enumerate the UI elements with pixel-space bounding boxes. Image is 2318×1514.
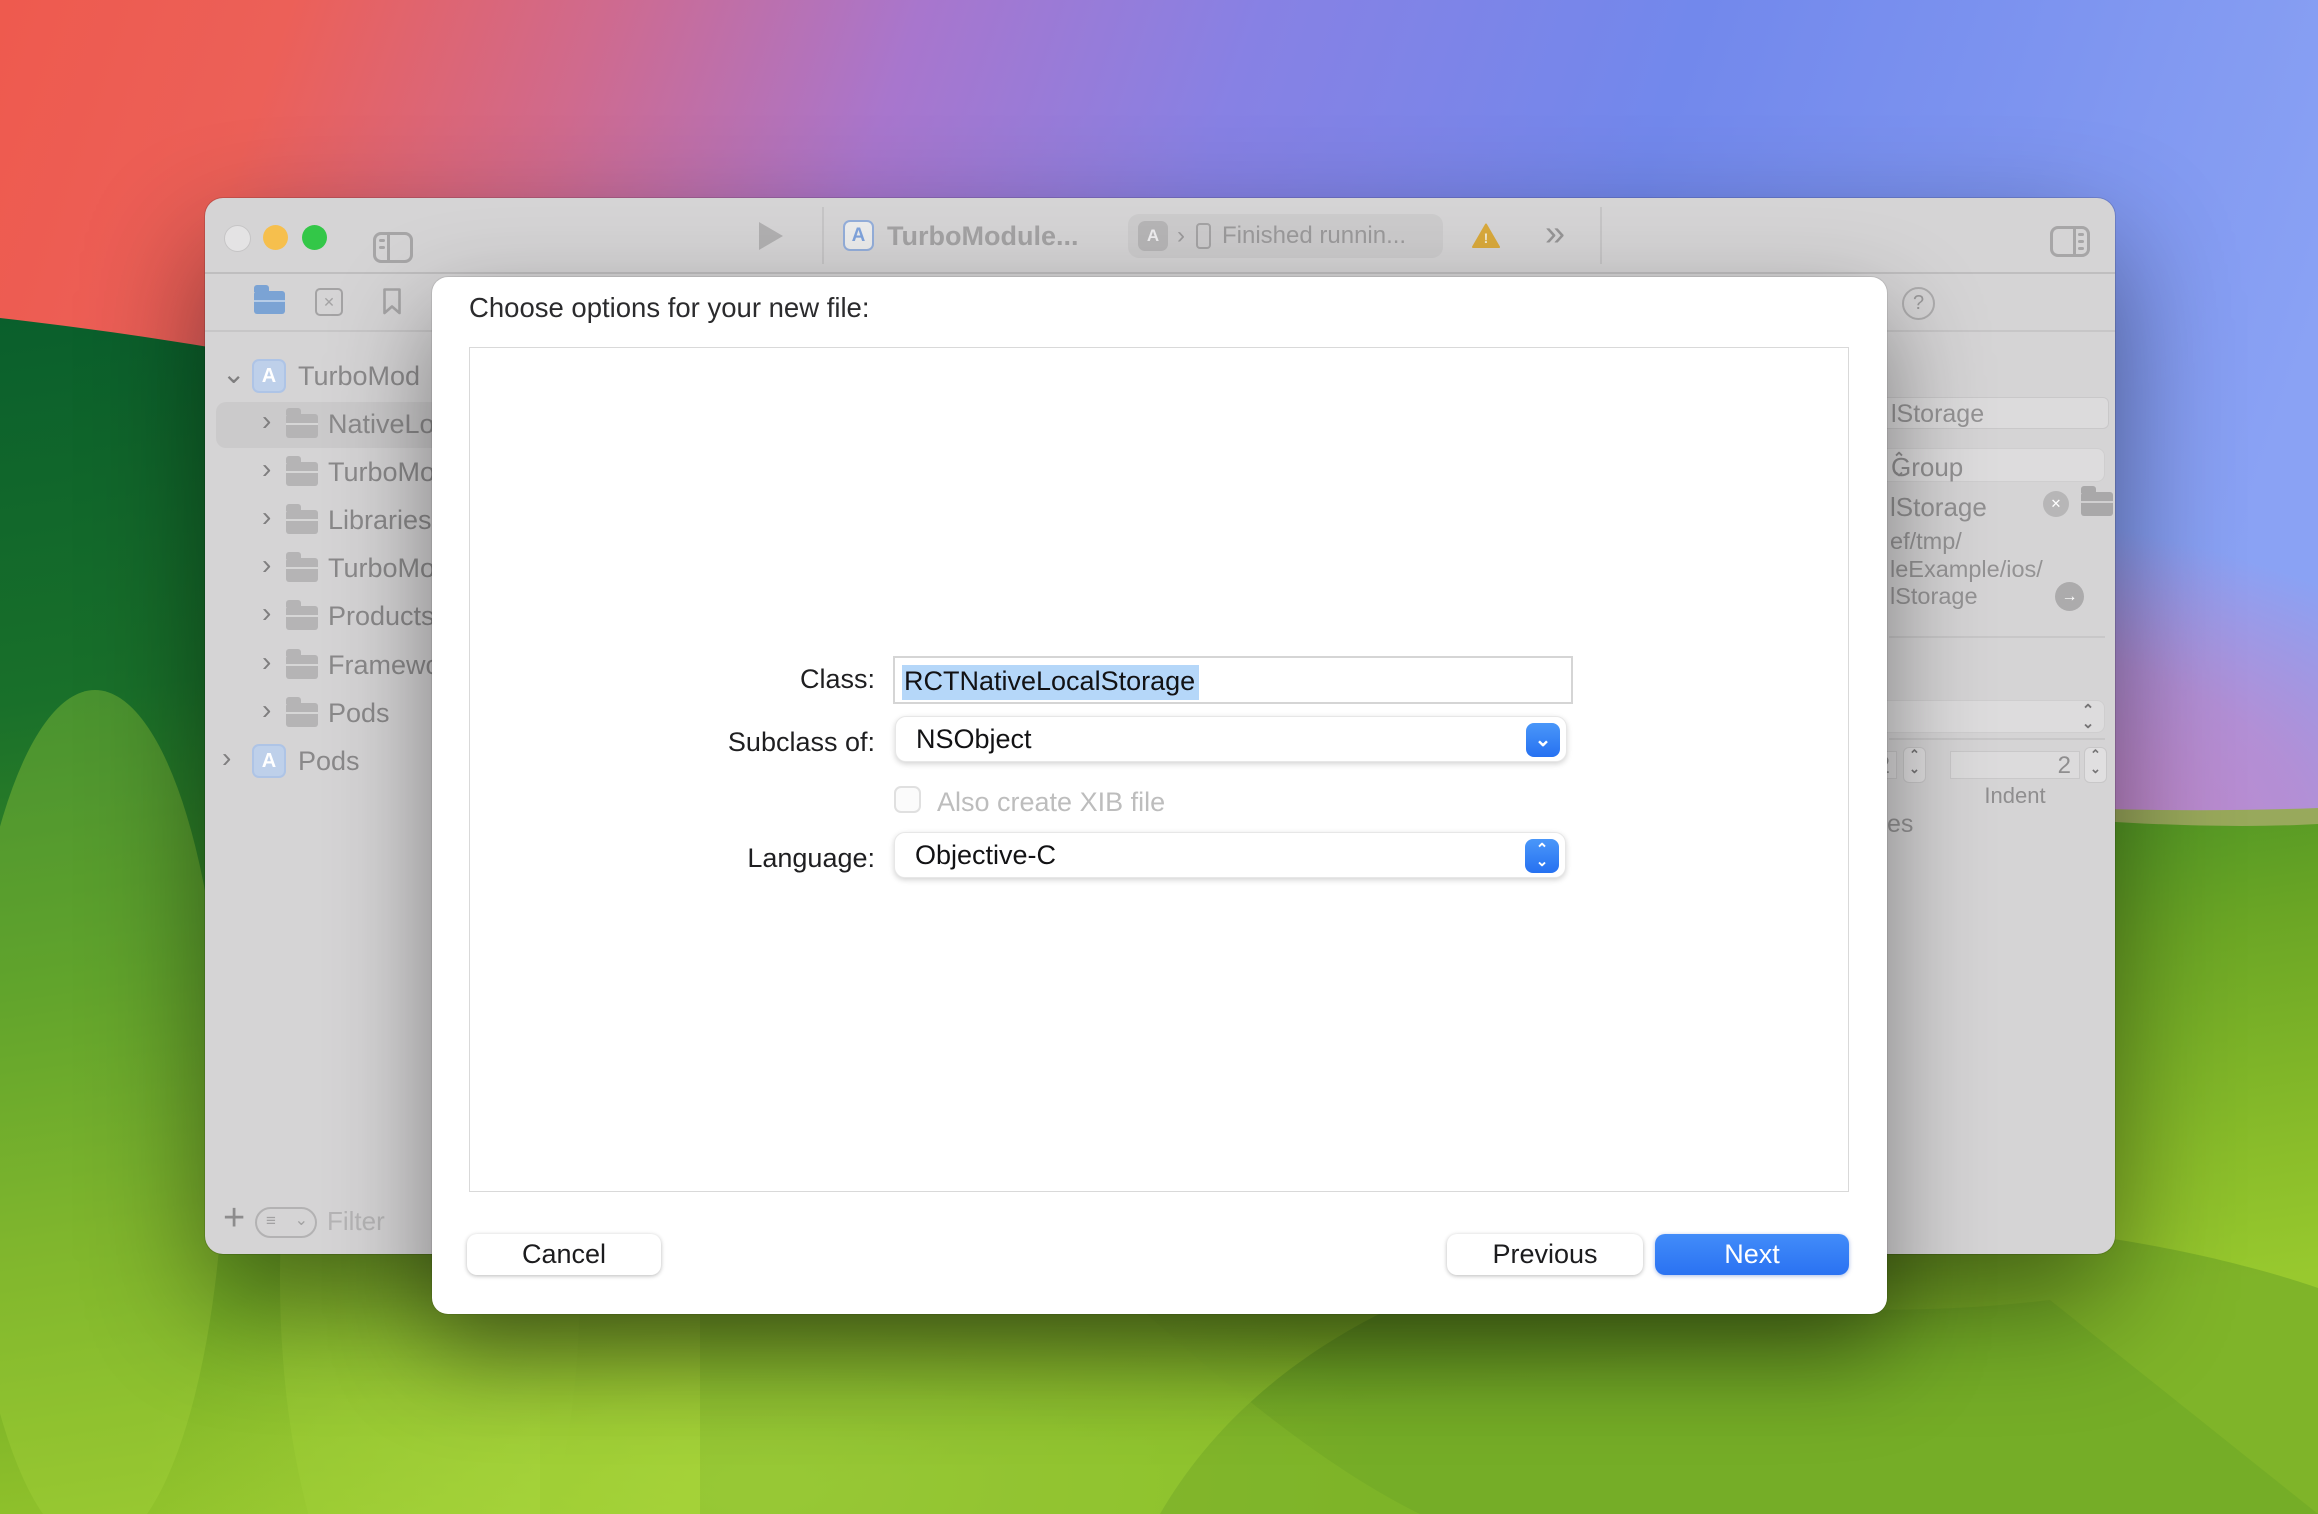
xib-checkbox-label: Also create XIB file (937, 787, 1165, 818)
class-input[interactable]: RCTNativeLocalStorage (893, 656, 1573, 704)
filter-icon[interactable]: ≡ ⌄ (255, 1207, 317, 1238)
inspector-name-field[interactable]: lStorage (1863, 397, 2109, 429)
chevron-right-icon[interactable]: › (222, 742, 231, 774)
traffic-close-button[interactable] (224, 225, 251, 252)
indent-width-stepper[interactable]: ⌃⌄ (2084, 747, 2107, 783)
toolbar-divider (205, 272, 2115, 274)
dialog-title: Choose options for your new file: (469, 292, 870, 324)
xib-checkbox[interactable] (894, 786, 921, 813)
chevron-up-down-icon: ⌃⌄ (1891, 452, 1907, 478)
sidebar-item-label: TurboMod (298, 361, 420, 392)
folder-icon (286, 414, 318, 438)
project-navigator-tab-icon[interactable] (254, 291, 285, 314)
toolbar-overflow-icon[interactable]: » (1545, 212, 1563, 254)
sidebar-item-label: Pods (328, 698, 390, 729)
open-arrow-icon[interactable]: → (2055, 582, 2084, 611)
run-button[interactable] (759, 222, 783, 250)
build-status-text: Finished runnin... (1222, 214, 1406, 258)
subclass-combobox[interactable]: NSObject ⌄ (895, 716, 1567, 762)
sidebar-item-label: Products (328, 601, 435, 632)
inspector-text-settings-select[interactable]: ⌃⌄ (1863, 700, 2105, 733)
svg-text:!: ! (1484, 230, 1489, 246)
previous-button[interactable]: Previous (1447, 1234, 1643, 1275)
folder-icon (286, 606, 318, 630)
chevron-right-icon[interactable]: › (262, 405, 271, 437)
cancel-button[interactable]: Cancel (467, 1234, 661, 1275)
toolbar-divider (1600, 207, 1602, 264)
indent-label: Indent (1950, 783, 2080, 809)
add-button[interactable]: + (223, 1197, 245, 1240)
chevron-right-icon[interactable]: › (262, 549, 271, 581)
inspector-location-text: lStorage (1890, 492, 1987, 523)
sidebar-item-label: Libraries (328, 505, 432, 536)
bookmark-navigator-tab-icon[interactable] (382, 287, 402, 321)
inspector-text-fragment: es (1887, 810, 1913, 839)
folder-icon (286, 462, 318, 486)
chevron-right-icon[interactable]: › (262, 453, 271, 485)
appstore-icon: A (252, 359, 286, 393)
indent-width-field[interactable]: 2 (1950, 751, 2080, 779)
chevron-right-icon[interactable]: › (262, 597, 271, 629)
dialog-content-panel (469, 347, 1849, 1192)
appstore-icon: A (843, 220, 874, 251)
toolbar-divider (822, 207, 824, 264)
traffic-zoom-button[interactable] (302, 225, 327, 250)
appstore-icon: A (252, 744, 286, 778)
sidebar-item-label: TurboMo (328, 553, 435, 584)
sidebar-item-label: TurboMo (328, 457, 435, 488)
class-label: Class: (592, 664, 875, 695)
toggle-navigator-icon[interactable] (373, 232, 413, 263)
language-label: Language: (592, 843, 875, 874)
symbols-navigator-tab-icon[interactable]: ✕ (315, 288, 343, 316)
tab-width-stepper[interactable]: ⌃⌄ (1903, 747, 1926, 783)
traffic-minimize-button[interactable] (263, 225, 288, 250)
language-popup[interactable]: Objective-C ⌃⌄ (894, 832, 1566, 878)
iphone-icon (1196, 223, 1211, 249)
folder-icon (286, 510, 318, 534)
inspector-full-path: ef/tmp/ leExample/ios/ lStorage (1890, 528, 2065, 611)
toggle-inspector-icon[interactable] (2050, 226, 2090, 257)
chevron-down-icon[interactable]: ⌄ (222, 357, 245, 390)
sidebar-item-label: Framewo (328, 650, 441, 681)
chevron-right-icon: › (1177, 222, 1185, 250)
sidebar-item-label: NativeLo (328, 409, 435, 440)
inspector-divider (1889, 636, 2105, 638)
scheme-app-icon: A (1138, 221, 1168, 251)
chevron-up-down-icon: ⌃⌄ (2080, 704, 2096, 730)
clear-icon[interactable]: ✕ (2043, 491, 2069, 517)
sidebar-item-label: Pods (298, 746, 360, 777)
chevron-right-icon[interactable]: › (262, 646, 271, 678)
help-icon[interactable]: ? (1902, 287, 1935, 320)
chevron-right-icon[interactable]: › (262, 694, 271, 726)
filter-input[interactable]: Filter (327, 1206, 385, 1237)
selected-text: RCTNativeLocalStorage (902, 665, 1199, 700)
scheme-status-pill[interactable]: A › Finished runnin... (1128, 214, 1443, 258)
folder-icon (286, 655, 318, 679)
project-title[interactable]: TurboModule... (887, 221, 1078, 252)
inspector-type-select[interactable]: Group ⌃⌄ (1863, 448, 2105, 482)
folder-icon (286, 558, 318, 582)
chevron-down-icon[interactable]: ⌄ (1526, 723, 1560, 757)
next-button[interactable]: Next (1655, 1234, 1849, 1275)
inspector-divider (1889, 738, 2105, 740)
choose-folder-icon[interactable] (2081, 492, 2113, 516)
subclass-label: Subclass of: (592, 727, 875, 758)
chevron-up-down-icon[interactable]: ⌃⌄ (1525, 839, 1559, 873)
chevron-right-icon[interactable]: › (262, 501, 271, 533)
new-file-options-dialog: Choose options for your new file: Class:… (432, 277, 1887, 1314)
folder-icon (286, 703, 318, 727)
warning-icon[interactable]: ! (1472, 223, 1500, 254)
